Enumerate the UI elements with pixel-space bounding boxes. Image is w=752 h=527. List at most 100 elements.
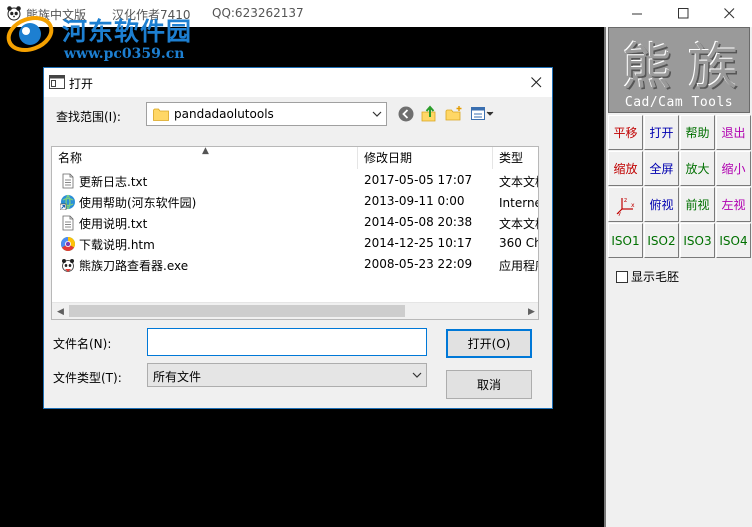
new-folder-icon <box>445 106 462 121</box>
open-file-dialog: 打开 查找范围(I): pandadaolutools 名称 ▲ 修改日期 类型… <box>43 67 553 409</box>
maximize-button[interactable] <box>660 0 706 27</box>
tool-button-label: 缩小 <box>721 162 746 176</box>
column-header-type[interactable]: 类型 <box>493 147 538 169</box>
text-file-icon <box>60 173 76 189</box>
tool-button-label: ISO1 <box>611 233 640 248</box>
scroll-left-arrow-icon[interactable]: ◀ <box>52 304 69 319</box>
exit-button[interactable]: 退出 <box>716 115 751 150</box>
new-folder-button[interactable] <box>444 104 464 124</box>
brand-logo-chars: 熊 族 <box>622 38 738 96</box>
file-type: 文本文档 <box>499 217 538 231</box>
tool-button-label: 全屏 <box>649 162 674 176</box>
window-title-qq: QQ:623262137 <box>212 6 304 20</box>
filetype-dropdown[interactable]: 所有文件 <box>147 363 427 387</box>
file-row[interactable]: 下载说明.htm 2014-12-25 10:17 360 Chrome HTML <box>52 233 538 254</box>
filename-input[interactable] <box>147 328 427 356</box>
dialog-titlebar: 打开 <box>44 68 552 97</box>
scroll-right-arrow-icon[interactable]: ▶ <box>523 304 538 319</box>
file-row[interactable]: 使用说明.txt 2014-05-08 20:38 文本文档 <box>52 212 538 233</box>
zoom-button[interactable]: 缩放 <box>608 151 643 186</box>
filetype-value: 所有文件 <box>153 370 202 384</box>
file-name: 下载说明.htm <box>79 238 155 252</box>
watermark-logo-icon <box>6 16 54 52</box>
top-view-button[interactable]: 俯视 <box>644 187 679 222</box>
file-name: 更新日志.txt <box>79 175 148 189</box>
lookin-value: pandadaolutools <box>174 107 274 121</box>
file-date: 2014-05-08 20:38 <box>364 215 473 229</box>
internet-shortcut-icon <box>59 194 76 211</box>
close-button[interactable] <box>706 0 752 27</box>
minimize-button[interactable] <box>614 0 660 27</box>
fullscreen-button[interactable]: 全屏 <box>644 151 679 186</box>
site-watermark: 河东软件园 www.pc0359.cn <box>6 10 211 68</box>
show-blank-checkbox[interactable] <box>616 270 628 283</box>
tool-button-label: 帮助 <box>685 126 710 140</box>
tool-button-label: 退出 <box>721 126 746 140</box>
tool-button-label: 左视 <box>721 198 746 212</box>
file-type: 文本文档 <box>499 175 538 189</box>
file-date: 2013-09-11 0:00 <box>364 194 465 208</box>
sort-ascending-icon: ▲ <box>202 146 209 156</box>
zoom-out-button[interactable]: 缩小 <box>716 151 751 186</box>
iso2-view-button[interactable]: ISO2 <box>644 223 679 258</box>
help-button[interactable]: 帮助 <box>680 115 715 150</box>
file-type: 360 Chrome HTML <box>499 236 538 250</box>
cancel-button-label: 取消 <box>476 378 501 392</box>
file-name: 熊族刀路查看器.exe <box>79 259 189 273</box>
file-row[interactable]: 熊族刀路查看器.exe 2008-05-23 22:09 应用程序 <box>52 254 538 275</box>
dialog-window-icon <box>49 75 65 89</box>
tool-button-label: ISO2 <box>647 233 676 248</box>
chevron-down-icon <box>412 372 422 378</box>
horizontal-scrollbar[interactable]: ◀ ▶ <box>52 302 538 319</box>
brand-logo: 熊 族 Cad/Cam Tools <box>608 27 750 113</box>
tool-button-label: ISO3 <box>683 233 712 248</box>
scrollbar-thumb[interactable] <box>69 305 405 317</box>
lookin-label: 查找范围(I): <box>56 110 121 124</box>
filetype-label: 文件类型(T): <box>53 371 122 385</box>
file-date: 2008-05-23 22:09 <box>364 257 473 271</box>
file-list-view[interactable]: 名称 ▲ 修改日期 类型 更新日志.txt 2017-05-05 17:07 文本文… <box>51 146 539 320</box>
file-name: 使用说明.txt <box>79 217 148 231</box>
open-file-tool-button[interactable]: 打开 <box>644 115 679 150</box>
dialog-close-button[interactable] <box>524 70 548 94</box>
file-type: 应用程序 <box>499 259 538 273</box>
show-blank-row[interactable]: 显示毛胚 <box>616 268 679 285</box>
view-menu-button[interactable] <box>470 104 496 124</box>
watermark-url: www.pc0359.cn <box>64 46 185 62</box>
show-blank-label: 显示毛胚 <box>631 270 680 284</box>
filename-label: 文件名(N): <box>53 337 112 351</box>
column-header-name-label: 名称 <box>58 151 83 165</box>
cancel-button[interactable]: 取消 <box>446 370 532 399</box>
chevron-down-icon <box>372 111 382 117</box>
open-button[interactable]: 打开(O) <box>446 329 532 358</box>
svg-text:y: y <box>618 211 621 216</box>
file-row[interactable]: 使用帮助(河东软件园) 2013-09-11 0:00 Internet 快捷方式 <box>52 191 538 212</box>
close-icon <box>723 8 734 19</box>
tool-button-label: 放大 <box>685 162 710 176</box>
up-folder-button[interactable] <box>420 104 440 124</box>
pan-button[interactable]: 平移 <box>608 115 643 150</box>
up-folder-icon <box>421 105 436 122</box>
tool-button-label: 俯视 <box>649 198 674 212</box>
tool-panel: 熊 族 Cad/Cam Tools 平移 打开 帮助 退出 缩放 全屏 放大 缩小 z x y 俯视前… <box>606 27 752 527</box>
svg-text:x: x <box>631 202 635 209</box>
column-header-type-label: 类型 <box>499 151 524 165</box>
back-button[interactable] <box>396 104 416 124</box>
browser-html-icon <box>60 236 76 252</box>
iso1-view-button[interactable]: ISO1 <box>608 223 643 258</box>
iso4-view-button[interactable]: ISO4 <box>716 223 751 258</box>
left-view-button[interactable]: 左视 <box>716 187 751 222</box>
axes-view-button[interactable]: zx y <box>608 187 643 222</box>
front-view-button[interactable]: 前视 <box>680 187 715 222</box>
lookin-dropdown[interactable]: pandadaolutools <box>146 102 387 126</box>
file-date: 2014-12-25 10:17 <box>364 236 473 250</box>
zoom-in-button[interactable]: 放大 <box>680 151 715 186</box>
iso3-view-button[interactable]: ISO3 <box>680 223 715 258</box>
file-row[interactable]: 更新日志.txt 2017-05-05 17:07 文本文档 <box>52 170 538 191</box>
maximize-icon <box>677 8 688 19</box>
file-type: Internet 快捷方式 <box>499 196 538 210</box>
watermark-name: 河东软件园 <box>62 17 193 46</box>
tool-button-label: 打开 <box>649 126 674 140</box>
column-header-date[interactable]: 修改日期 <box>358 147 493 169</box>
back-arrow-icon <box>398 106 414 122</box>
